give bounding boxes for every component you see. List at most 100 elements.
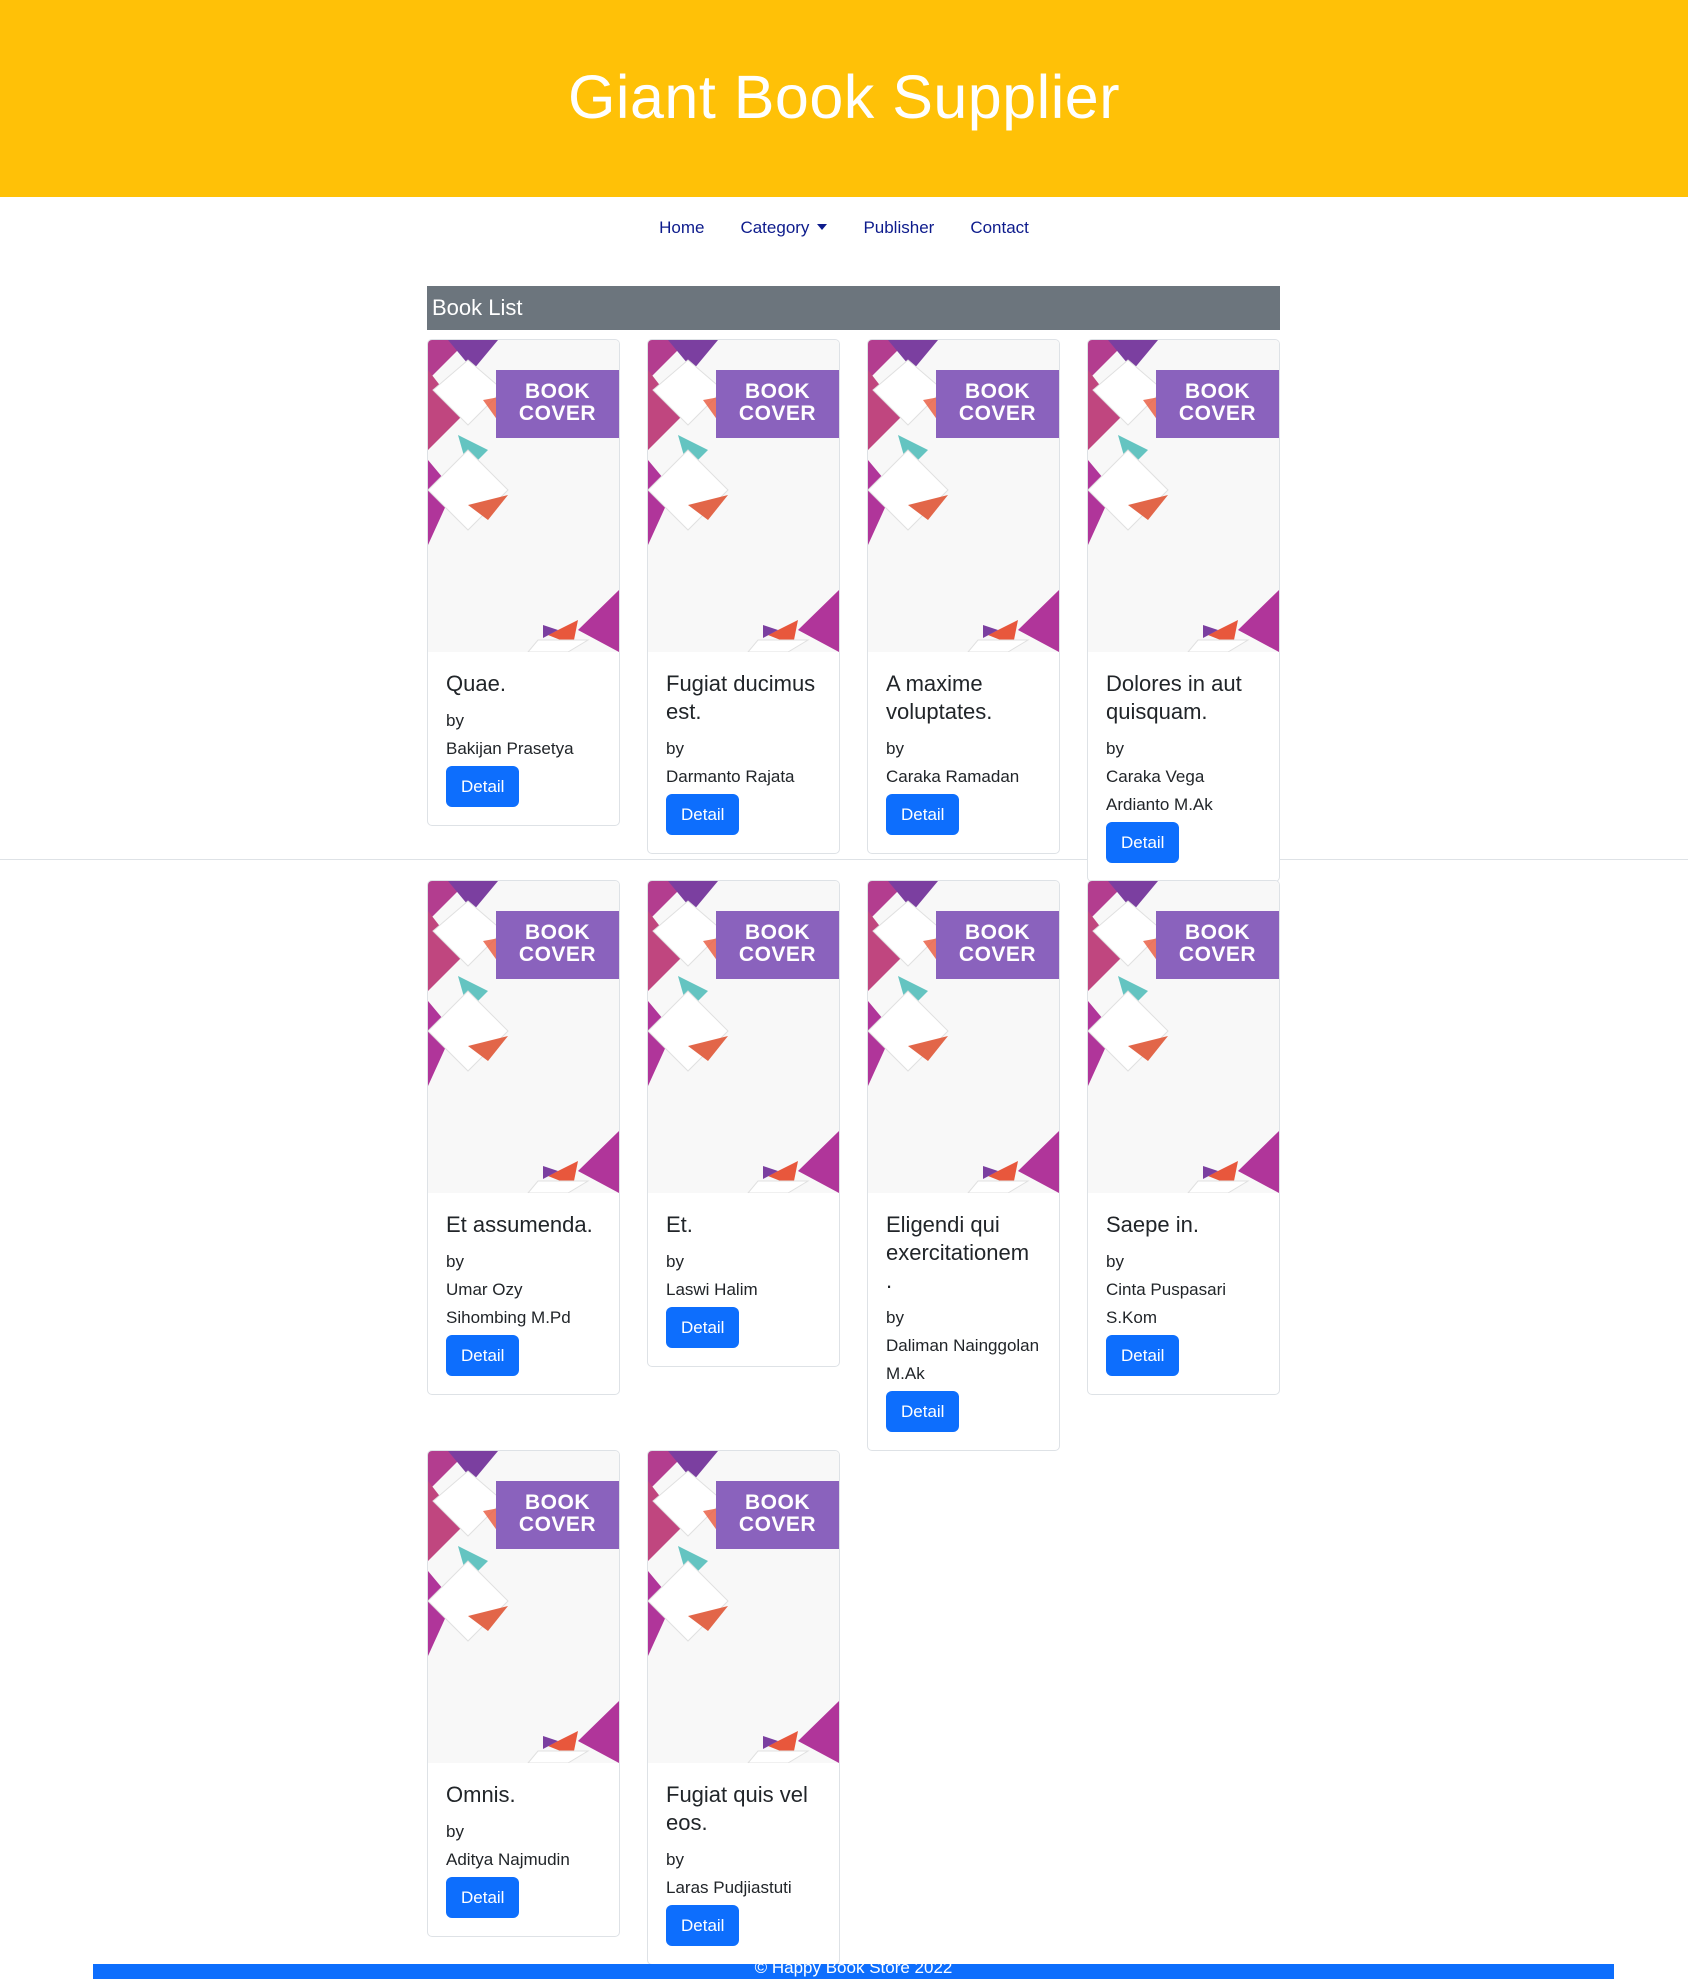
book-cover-image: BOOK COVER <box>648 1451 839 1763</box>
cover-text-line1: BOOK <box>525 380 590 403</box>
book-card: BOOK COVER Dolores in aut quisquam. by C… <box>1087 339 1280 882</box>
book-list-title: Book List <box>432 295 523 320</box>
detail-button[interactable]: Detail <box>666 794 740 835</box>
book-title: Fugiat quis vel eos. <box>666 1782 808 1835</box>
card-body: Et. by Laswi Halim Detail <box>648 1193 839 1366</box>
detail-button[interactable]: Detail <box>886 1391 960 1432</box>
book-card: BOOK COVER Eligendi qui exercitationem .… <box>867 880 1060 1451</box>
cover-banner: BOOK COVER <box>936 370 1059 438</box>
nav-home[interactable]: Home <box>641 216 722 240</box>
book-author: Umar Ozy Sihombing M.Pd <box>446 1280 571 1327</box>
book-author: Bakijan Prasetya <box>446 739 574 758</box>
detail-button[interactable]: Detail <box>446 1335 520 1376</box>
nav-category-label: Category <box>740 218 810 237</box>
cover-text-line2: COVER <box>958 402 1037 425</box>
book-author: Aditya Najmudin <box>446 1850 570 1869</box>
cover-text-line2: COVER <box>738 1513 817 1536</box>
book-card: BOOK COVER Et. by Laswi Halim Detail <box>647 880 840 1367</box>
book-title: Eligendi qui exercitationem . <box>886 1212 1030 1293</box>
nav-category-dropdown[interactable]: Category <box>722 216 845 240</box>
cover-banner: BOOK COVER <box>1156 911 1279 979</box>
book-card: BOOK COVER Saepe in. by Cinta Puspasari … <box>1087 880 1280 1395</box>
book-cover-image: BOOK COVER <box>868 881 1059 1193</box>
card-body: Fugiat quis vel eos. by Laras Pudjiastut… <box>648 1763 839 1964</box>
book-cover-image: BOOK COVER <box>428 340 619 652</box>
by-label: by <box>886 739 904 758</box>
book-card: BOOK COVER Fugiat quis vel eos. by Laras… <box>647 1450 840 1965</box>
cover-banner: BOOK COVER <box>716 1481 839 1549</box>
by-label: by <box>446 1252 464 1271</box>
cover-text-line1: BOOK <box>1185 380 1250 403</box>
card-body: Dolores in aut quisquam. by Caraka Vega … <box>1088 652 1279 881</box>
detail-button[interactable]: Detail <box>666 1905 740 1946</box>
book-title: Dolores in aut quisquam. <box>1106 671 1242 724</box>
card-body: Fugiat ducimus est. by Darmanto Rajata D… <box>648 652 839 853</box>
cover-text-line1: BOOK <box>525 921 590 944</box>
book-title: A maxime voluptates. <box>886 671 993 724</box>
cover-banner: BOOK COVER <box>716 370 839 438</box>
book-card: BOOK COVER A maxime voluptates. by Carak… <box>867 339 1060 854</box>
nav-publisher[interactable]: Publisher <box>845 216 952 240</box>
cover-text-line1: BOOK <box>965 921 1030 944</box>
cover-text-line1: BOOK <box>745 380 810 403</box>
book-author: Daliman Nainggolan M.Ak <box>886 1336 1040 1383</box>
book-card: BOOK COVER Quae. by Bakijan Prasetya Det… <box>427 339 620 826</box>
main-nav: Home Category Publisher Contact <box>0 216 1688 240</box>
book-title: Omnis. <box>446 1782 516 1807</box>
cover-text-line2: COVER <box>518 402 597 425</box>
cover-text-line2: COVER <box>1178 402 1257 425</box>
card-body: A maxime voluptates. by Caraka Ramadan D… <box>868 652 1059 853</box>
cover-banner: BOOK COVER <box>936 911 1059 979</box>
by-label: by <box>1106 739 1124 758</box>
cover-banner: BOOK COVER <box>716 911 839 979</box>
caret-down-icon <box>817 223 828 230</box>
cover-banner: BOOK COVER <box>496 370 619 438</box>
site-footer: © Happy Book Store 2022 <box>93 1964 1614 1979</box>
cover-text-line1: BOOK <box>1185 921 1250 944</box>
cover-banner: BOOK COVER <box>496 911 619 979</box>
cover-banner: BOOK COVER <box>1156 370 1279 438</box>
site-title: Giant Book Supplier <box>567 63 1121 131</box>
book-cover-image: BOOK COVER <box>428 1451 619 1763</box>
detail-button[interactable]: Detail <box>446 766 520 807</box>
detail-button[interactable]: Detail <box>886 794 960 835</box>
cover-text-line1: BOOK <box>525 1491 590 1514</box>
book-card: BOOK COVER Et assumenda. by Umar Ozy Sih… <box>427 880 620 1395</box>
book-title: Fugiat ducimus est. <box>666 671 816 724</box>
book-cover-image: BOOK COVER <box>428 881 619 1193</box>
cover-text-line1: BOOK <box>745 921 810 944</box>
cover-text-line2: COVER <box>738 402 817 425</box>
by-label: by <box>446 1822 464 1841</box>
card-body: Et assumenda. by Umar Ozy Sihombing M.Pd… <box>428 1193 619 1394</box>
book-author: Laswi Halim <box>666 1280 758 1299</box>
book-author: Darmanto Rajata <box>666 767 795 786</box>
detail-button[interactable]: Detail <box>1106 822 1180 863</box>
nav-contact[interactable]: Contact <box>952 216 1047 240</box>
card-body: Quae. by Bakijan Prasetya Detail <box>428 652 619 825</box>
by-label: by <box>1106 1252 1124 1271</box>
book-cover-image: BOOK COVER <box>648 340 839 652</box>
cover-text-line2: COVER <box>518 1513 597 1536</box>
footer-text: © Happy Book Store 2022 <box>754 1964 953 1977</box>
detail-button[interactable]: Detail <box>666 1307 740 1348</box>
book-list-header: Book List <box>427 286 1280 330</box>
book-author: Laras Pudjiastuti <box>666 1878 792 1897</box>
book-title: Et assumenda. <box>446 1212 593 1237</box>
book-cover-image: BOOK COVER <box>1088 340 1279 652</box>
cover-text-line2: COVER <box>738 943 817 966</box>
book-cover-image: BOOK COVER <box>868 340 1059 652</box>
detail-button[interactable]: Detail <box>1106 1335 1180 1376</box>
card-body: Saepe in. by Cinta Puspasari S.Kom Detai… <box>1088 1193 1279 1394</box>
card-body: Eligendi qui exercitationem . by Daliman… <box>868 1193 1059 1450</box>
by-label: by <box>666 739 684 758</box>
site-header: Giant Book Supplier <box>0 0 1688 197</box>
card-body: Omnis. by Aditya Najmudin Detail <box>428 1763 619 1936</box>
cover-text-line1: BOOK <box>965 380 1030 403</box>
book-cover-image: BOOK COVER <box>1088 881 1279 1193</box>
book-card: BOOK COVER Fugiat ducimus est. by Darman… <box>647 339 840 854</box>
book-cover-image: BOOK COVER <box>648 881 839 1193</box>
by-label: by <box>666 1850 684 1869</box>
by-label: by <box>446 711 464 730</box>
book-title: Quae. <box>446 671 506 696</box>
detail-button[interactable]: Detail <box>446 1877 520 1918</box>
